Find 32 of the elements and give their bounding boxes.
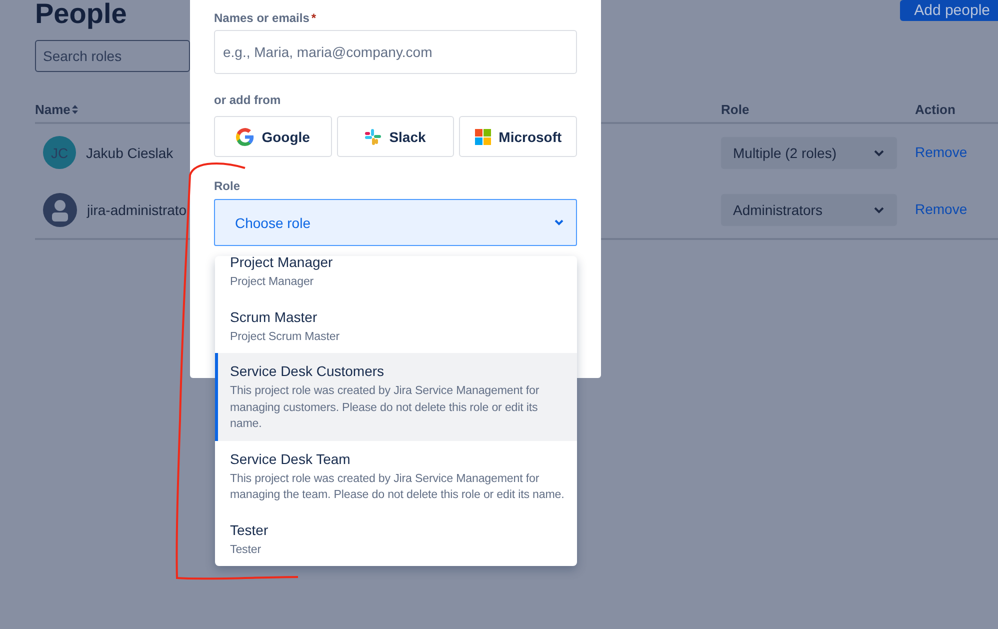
slack-logo-icon <box>365 128 382 144</box>
chevron-down-icon <box>873 206 885 214</box>
page-title: People <box>35 0 127 31</box>
names-input[interactable]: e.g., Maria, maria@company.com <box>214 30 577 74</box>
role-option[interactable]: Tester Tester <box>215 512 577 566</box>
search-field[interactable]: Search roles <box>35 40 190 72</box>
role-option[interactable]: Project Manager Project Manager <box>215 252 577 298</box>
column-header: Role <box>721 102 750 117</box>
required-mark: * <box>311 11 316 25</box>
chevron-down-icon <box>873 148 885 156</box>
provider-button[interactable]: Microsoft <box>459 116 578 157</box>
role-option[interactable]: Service Desk Customers This project role was created by Jira Service Management for managing customers. Please do not delete this role or edit its name. <box>215 353 577 440</box>
role-option[interactable]: Scrum Master Project Scrum Master <box>215 298 577 353</box>
google-logo-icon <box>236 128 254 146</box>
provider-button[interactable]: Slack <box>336 116 454 157</box>
sort-icon[interactable] <box>72 105 78 114</box>
field-label: Role <box>214 178 242 194</box>
add-people-button[interactable]: Add people <box>900 0 998 21</box>
role-option[interactable]: Service Desk Team This project role was created by Jira Service Management for managing the team. Please do not delete this role or edit its name. <box>215 440 577 512</box>
column-header: Action <box>915 102 956 117</box>
provider-button[interactable]: Google <box>214 116 332 157</box>
field-label: or add from <box>214 92 282 108</box>
role-dropdown[interactable]: Administrators <box>721 194 897 226</box>
chevron-down-icon <box>554 219 564 226</box>
role-select[interactable]: Choose role <box>214 199 577 246</box>
field-label: Names or emails <box>214 11 310 25</box>
role-dropdown[interactable]: Multiple (2 roles) <box>721 136 897 168</box>
column-header: Name <box>35 102 70 117</box>
user-name: jira-administrato <box>87 202 187 218</box>
avatar-silhouette-icon <box>43 192 77 226</box>
microsoft-logo-icon <box>474 128 491 144</box>
user-name: Jakub Cieslak <box>86 144 174 160</box>
